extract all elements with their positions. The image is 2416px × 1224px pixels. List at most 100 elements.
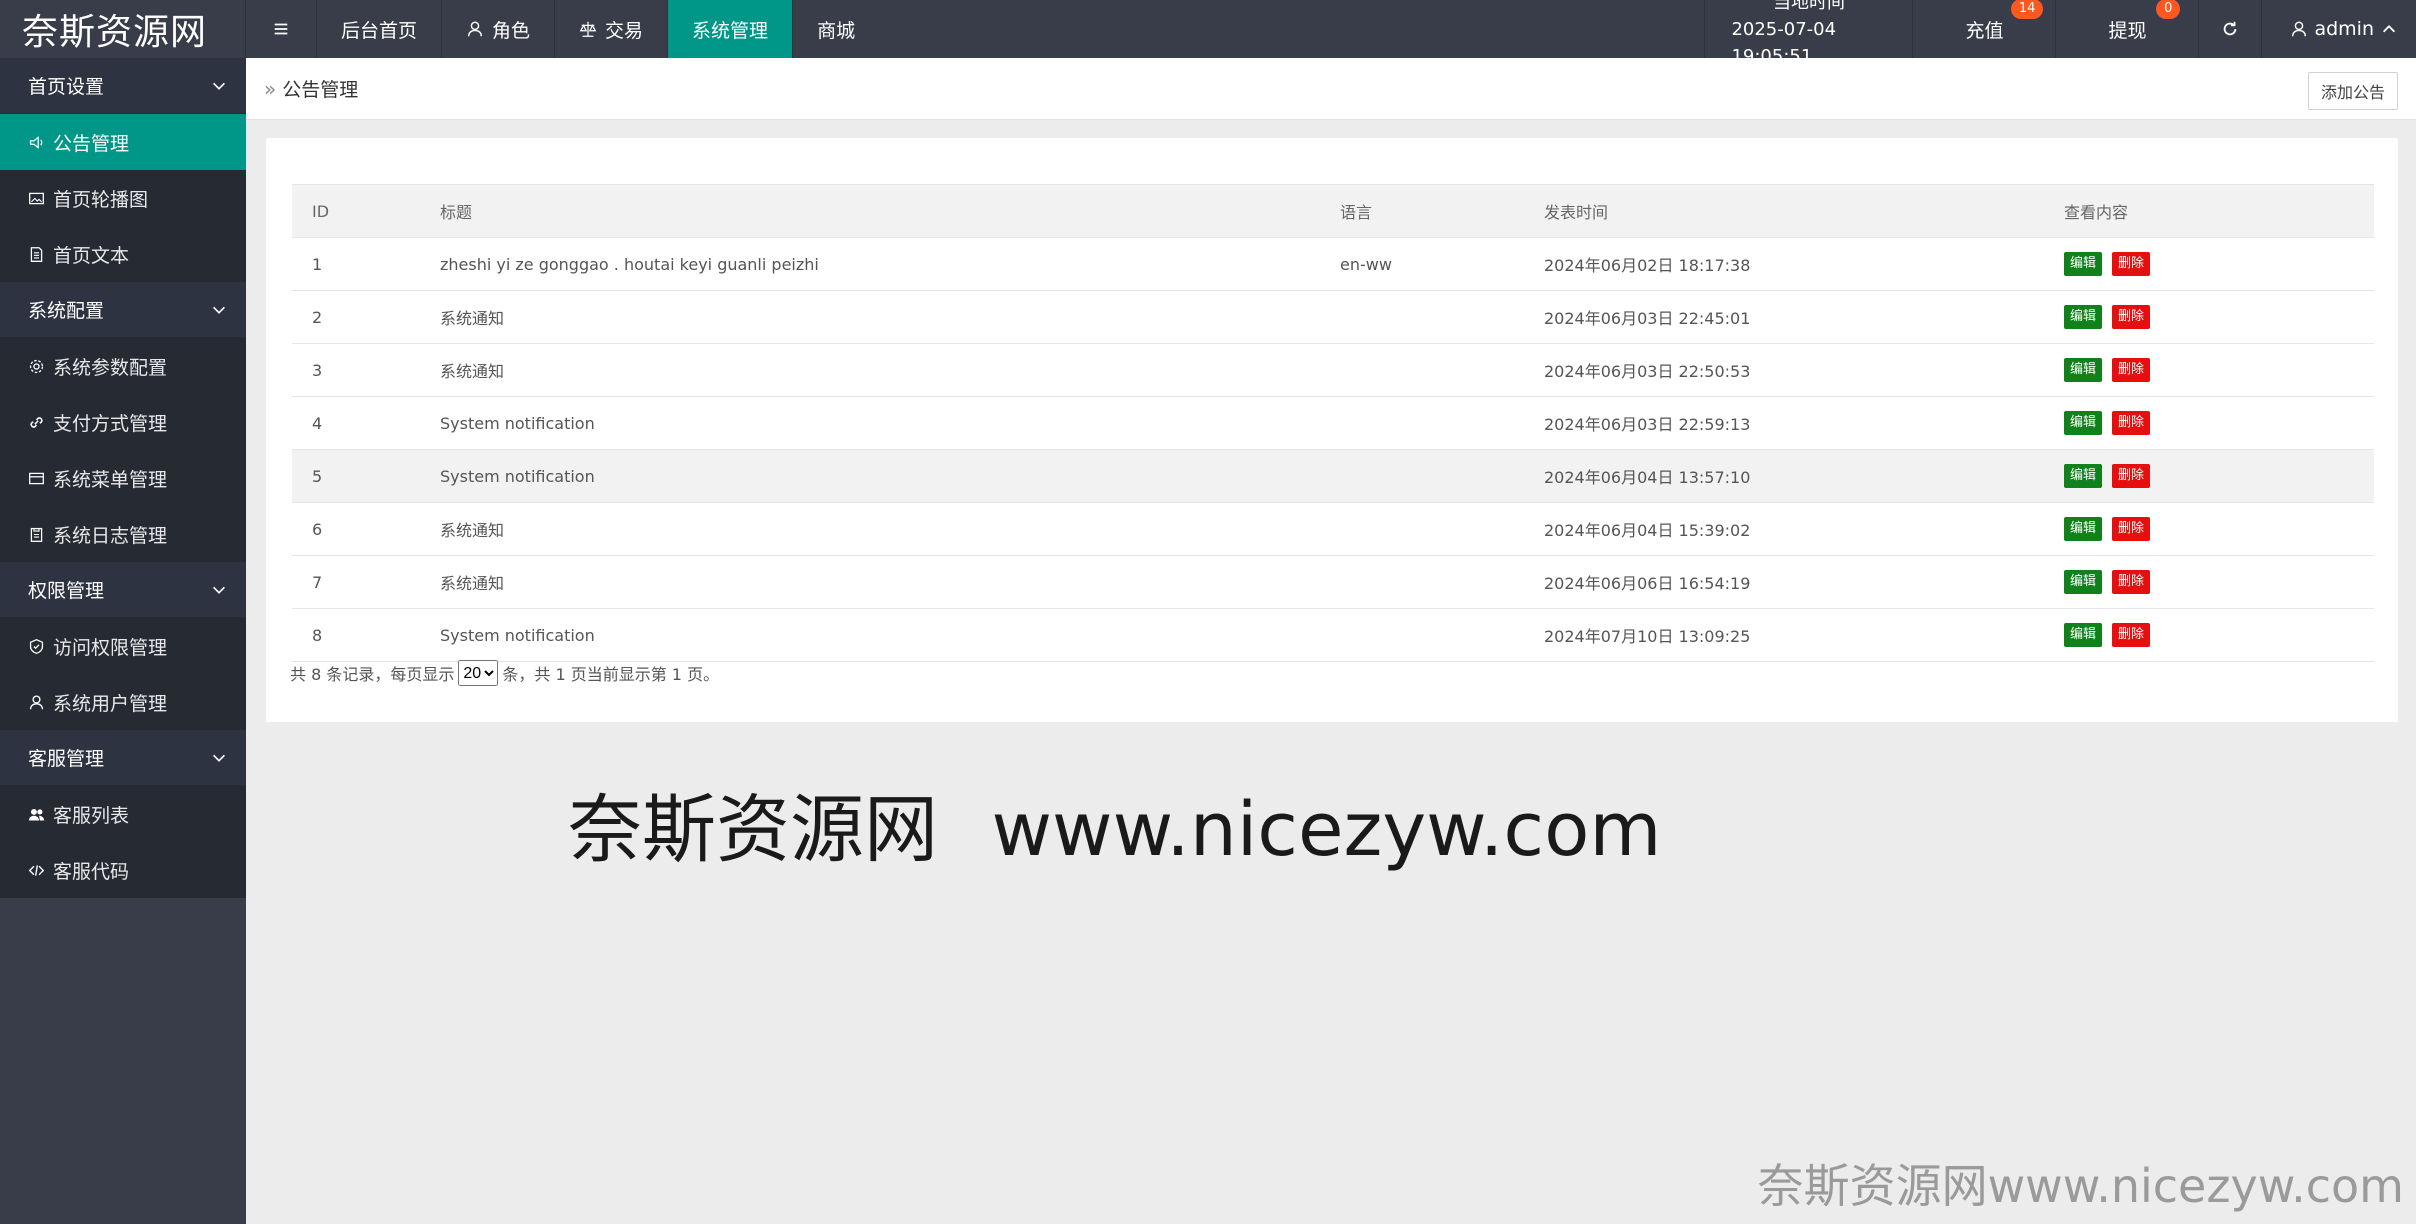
announcement-card: ID 标题 语言 发表时间 查看内容 1 zheshi yi ze gongga… <box>266 138 2398 722</box>
nav-item-trade[interactable]: 交易 <box>555 0 669 58</box>
scale-icon <box>579 21 597 37</box>
delete-button[interactable]: 删除 <box>2112 358 2151 382</box>
sidebar-item-label: 支付方式管理 <box>53 412 168 435</box>
nav-item-label: 后台首页 <box>341 19 418 42</box>
top-bar: 奈斯资源网 后台首页 角色 交易 系统管理 商城 当地时间 2025-07-04… <box>0 0 2416 67</box>
sidebar-group-label: 客服管理 <box>28 748 105 770</box>
column-header-id[interactable]: ID <box>292 184 420 238</box>
delete-button[interactable]: 删除 <box>2112 570 2151 594</box>
edit-button[interactable]: 编辑 <box>2064 570 2103 594</box>
sidebar: 首页设置 公告管理 首页轮播图 首页文本 系统配置 系统参数配置 支付方式管理 … <box>0 58 246 1224</box>
sidebar-item-access-permissions[interactable]: 访问权限管理 <box>0 618 246 674</box>
column-header-title[interactable]: 标题 <box>420 184 1320 238</box>
gear-icon <box>29 359 44 373</box>
sidebar-item-carousel[interactable]: 首页轮播图 <box>0 170 246 226</box>
breadcrumb: » 公告管理 添加公告 <box>246 58 2416 120</box>
add-announcement-button[interactable]: 添加公告 <box>2307 72 2398 110</box>
table-row[interactable]: 8 System notification 2024年07月10日 13:09:… <box>292 608 2374 662</box>
nav-item-mall[interactable]: 商城 <box>793 0 879 58</box>
sidebar-item-home-text[interactable]: 首页文本 <box>0 226 246 282</box>
sidebar-item-label: 系统菜单管理 <box>53 468 168 491</box>
column-header-time[interactable]: 发表时间 <box>1524 184 2044 238</box>
sidebar-item-label: 首页轮播图 <box>53 188 149 211</box>
cell-language <box>1320 449 1524 503</box>
delete-button[interactable]: 删除 <box>2112 623 2151 647</box>
edit-button[interactable]: 编辑 <box>2064 411 2103 435</box>
chevron-down-icon <box>213 754 225 762</box>
cell-actions: 编辑 删除 <box>2044 396 2374 450</box>
column-header-language[interactable]: 语言 <box>1320 184 1524 238</box>
document-icon <box>30 246 43 262</box>
speaker-icon <box>29 135 43 149</box>
recharge-button[interactable]: 充值 14 <box>1912 0 2055 58</box>
sidebar-item-cs-code[interactable]: 客服代码 <box>0 842 246 898</box>
sidebar-group-home-settings[interactable]: 首页设置 <box>0 58 246 114</box>
cell-actions: 编辑 删除 <box>2044 555 2374 609</box>
withdraw-button[interactable]: 提现 0 <box>2055 0 2198 58</box>
cell-id: 8 <box>292 608 420 662</box>
edit-button[interactable]: 编辑 <box>2064 252 2103 276</box>
table-row[interactable]: 6 系统通知 2024年06月04日 15:39:02 编辑 删除 <box>292 502 2374 556</box>
sidebar-item-label: 客服列表 <box>53 804 130 827</box>
delete-button[interactable]: 删除 <box>2112 517 2151 541</box>
user-name: admin <box>2314 18 2374 40</box>
cell-id: 7 <box>292 555 420 609</box>
sidebar-group-customer-service[interactable]: 客服管理 <box>0 730 246 786</box>
cell-language <box>1320 396 1524 450</box>
table-row[interactable]: 5 System notification 2024年06月04日 13:57:… <box>292 449 2374 503</box>
edit-button[interactable]: 编辑 <box>2064 517 2103 541</box>
delete-button[interactable]: 删除 <box>2112 252 2151 276</box>
page-size-select[interactable]: 20 <box>458 660 499 686</box>
table-row[interactable]: 3 系统通知 2024年06月03日 22:50:53 编辑 删除 <box>292 343 2374 397</box>
edit-button[interactable]: 编辑 <box>2064 623 2103 647</box>
sidebar-group-system-config[interactable]: 系统配置 <box>0 282 246 338</box>
edit-button[interactable]: 编辑 <box>2064 358 2103 382</box>
users-icon <box>28 808 45 820</box>
table-row[interactable]: 4 System notification 2024年06月03日 22:59:… <box>292 396 2374 450</box>
sidebar-item-system-users[interactable]: 系统用户管理 <box>0 674 246 730</box>
withdraw-label: 提现 <box>2108 19 2147 42</box>
sidebar-item-system-params[interactable]: 系统参数配置 <box>0 338 246 394</box>
sidebar-toggle-button[interactable] <box>246 0 317 58</box>
sidebar-group-permissions[interactable]: 权限管理 <box>0 562 246 618</box>
sidebar-item-cs-list[interactable]: 客服列表 <box>0 786 246 842</box>
cell-language <box>1320 502 1524 556</box>
watermark-corner: 奈斯资源网www.nicezyw.com <box>1757 1159 2404 1213</box>
edit-button[interactable]: 编辑 <box>2064 464 2103 488</box>
announcement-table: ID 标题 语言 发表时间 查看内容 1 zheshi yi ze gongga… <box>292 184 2374 662</box>
cell-actions: 编辑 删除 <box>2044 608 2374 662</box>
sidebar-item-payment-methods[interactable]: 支付方式管理 <box>0 394 246 450</box>
sidebar-item-label: 客服代码 <box>53 860 130 883</box>
sidebar-item-system-logs[interactable]: 系统日志管理 <box>0 506 246 562</box>
user-icon <box>467 21 483 37</box>
table-row[interactable]: 1 zheshi yi ze gonggao . houtai keyi gua… <box>292 237 2374 291</box>
cell-title: System notification <box>420 449 1320 503</box>
table-row[interactable]: 7 系统通知 2024年06月06日 16:54:19 编辑 删除 <box>292 555 2374 609</box>
cell-id: 3 <box>292 343 420 397</box>
sidebar-group-label: 系统配置 <box>28 300 105 322</box>
pagination: 共 8 条记录，每页显示 20 条，共 1 页当前显示第 1 页。 <box>290 660 719 686</box>
image-icon <box>29 192 44 204</box>
column-header-actions[interactable]: 查看内容 <box>2044 184 2374 238</box>
nav-item-system[interactable]: 系统管理 <box>668 0 794 58</box>
menu-icon <box>274 23 288 35</box>
table-row[interactable]: 2 系统通知 2024年06月03日 22:45:01 编辑 删除 <box>292 290 2374 344</box>
nav-item-home[interactable]: 后台首页 <box>317 0 443 58</box>
edit-button[interactable]: 编辑 <box>2064 305 2103 329</box>
nav-item-role[interactable]: 角色 <box>442 0 556 58</box>
sidebar-item-announcements[interactable]: 公告管理 <box>0 114 246 170</box>
delete-button[interactable]: 删除 <box>2112 411 2151 435</box>
app-logo[interactable]: 奈斯资源网 <box>0 0 246 58</box>
local-time: 当地时间 2025-07-04 19:05:51 <box>1704 0 1912 67</box>
refresh-button[interactable] <box>2198 0 2261 58</box>
cell-language: en-ww <box>1320 237 1524 291</box>
double-chevron-right-icon: » <box>264 76 277 101</box>
delete-button[interactable]: 删除 <box>2112 305 2151 329</box>
breadcrumb-current: 公告管理 <box>282 79 359 101</box>
chevron-up-icon <box>2382 25 2396 33</box>
delete-button[interactable]: 删除 <box>2112 464 2151 488</box>
user-menu[interactable]: admin <box>2261 0 2416 58</box>
sidebar-item-system-menus[interactable]: 系统菜单管理 <box>0 450 246 506</box>
sidebar-group-label: 权限管理 <box>28 580 105 602</box>
refresh-icon <box>2224 21 2237 36</box>
